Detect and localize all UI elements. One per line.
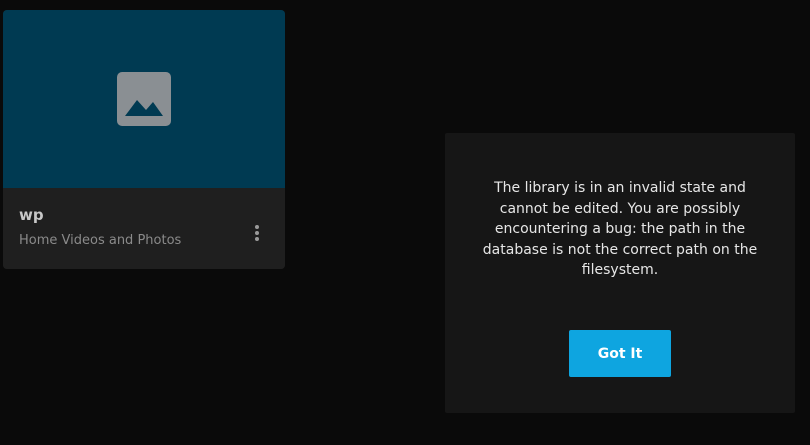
dialog-message: The library is in an invalid state and c…: [482, 180, 758, 278]
invalid-library-dialog: The library is in an invalid state and c…: [445, 133, 795, 413]
library-type-label: Home Videos and Photos: [19, 233, 182, 248]
more-options-button[interactable]: [247, 221, 267, 245]
library-title[interactable]: wp: [19, 206, 44, 224]
library-card-footer: wp Home Videos and Photos: [3, 188, 285, 269]
library-card[interactable]: wp Home Videos and Photos: [3, 10, 285, 269]
got-it-button[interactable]: Got It: [569, 330, 671, 377]
library-thumbnail[interactable]: [3, 10, 285, 188]
more-vertical-icon-dot: [255, 231, 259, 235]
more-vertical-icon-dot: [255, 237, 259, 241]
image-placeholder-icon: [117, 72, 171, 126]
more-vertical-icon: [255, 225, 259, 229]
